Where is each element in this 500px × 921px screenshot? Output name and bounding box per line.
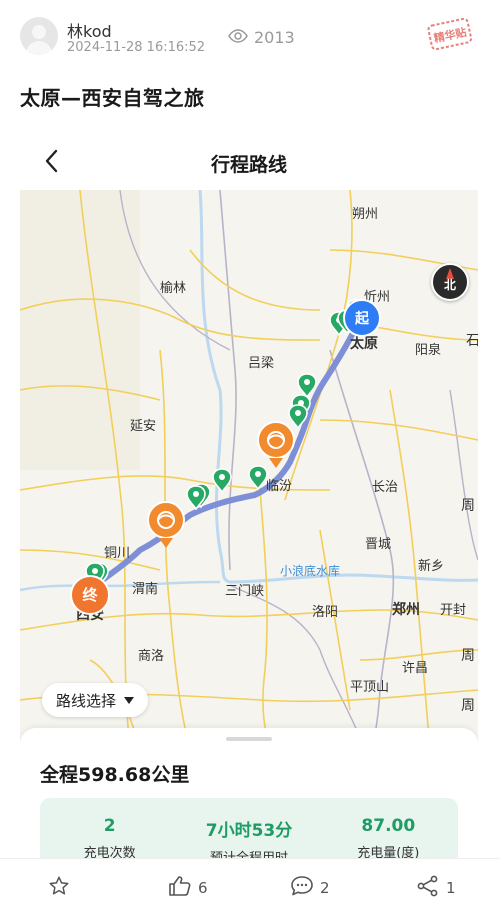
featured-badge-stamp: 精华贴 bbox=[424, 12, 476, 58]
city-label-xuchang: 许昌 bbox=[402, 661, 429, 676]
route-map[interactable]: 朔州 榆林 忻州 太原 阳泉 石 吕梁 延安 临汾 长治 铜川 晋城 小浪底水库… bbox=[20, 190, 478, 750]
city-label-pingdingshan: 平顶山 bbox=[350, 680, 390, 695]
city-label-zhengzhou: 郑州 bbox=[392, 602, 420, 618]
water-label-xiaolangdi: 小浪底水库 bbox=[280, 564, 341, 578]
star-icon bbox=[48, 875, 70, 901]
drag-handle[interactable] bbox=[226, 737, 272, 741]
avatar[interactable] bbox=[20, 17, 58, 55]
map-edge-label-shi: 石 bbox=[466, 333, 478, 349]
map-edge-label-zhou: 周 bbox=[461, 498, 475, 514]
map-edge-label-zhou-3: 周 bbox=[461, 698, 475, 714]
bottom-toolbar: 6 2 1 bbox=[0, 858, 500, 921]
city-label-xinzhou: 忻州 bbox=[364, 290, 391, 305]
start-marker-label: 起 bbox=[355, 311, 369, 327]
city-label-xian: 西安 bbox=[76, 607, 104, 623]
view-count: 2013 bbox=[228, 28, 295, 47]
city-label-yanan: 延安 bbox=[130, 419, 157, 434]
thumbs-up-icon bbox=[168, 875, 192, 901]
route-screenshot: 行程路线 朔州 榆林 忻州 太原 阳泉 石 吕梁 延安 临汾 长治 铜川 晋城 … bbox=[20, 130, 478, 858]
city-label-luoyang: 洛阳 bbox=[312, 605, 339, 620]
comment-button[interactable]: 2 bbox=[290, 875, 330, 901]
map-edge-label-zhou-2: 周 bbox=[461, 648, 475, 664]
stat-charge-amount: 87.00 充电量(度) bbox=[319, 798, 458, 858]
share-count: 1 bbox=[446, 879, 456, 897]
end-marker-label: 终 bbox=[82, 586, 98, 604]
compass-icon[interactable]: 北 bbox=[431, 263, 469, 301]
route-select-dropdown[interactable]: 路线选择 bbox=[42, 683, 149, 717]
stat-value: 87.00 bbox=[361, 816, 416, 836]
city-label-jincheng: 晋城 bbox=[365, 537, 392, 552]
caret-down-icon bbox=[124, 691, 135, 709]
city-label-taiyuan: 太原 bbox=[350, 336, 378, 352]
like-count: 6 bbox=[198, 879, 208, 897]
route-nav-bar: 行程路线 bbox=[20, 130, 478, 190]
stat-charge-count: 2 充电次数 bbox=[40, 798, 179, 858]
stat-label: 充电量(度) bbox=[357, 846, 420, 858]
svg-text:精华贴: 精华贴 bbox=[432, 25, 467, 46]
city-label-shangluo: 商洛 bbox=[138, 649, 165, 664]
city-label-yulin: 榆林 bbox=[160, 281, 187, 296]
author-name[interactable]: 林kod bbox=[67, 18, 112, 42]
city-label-xinxiang: 新乡 bbox=[418, 559, 445, 574]
city-label-sanmenxia: 三门峡 bbox=[225, 584, 265, 599]
comment-count: 2 bbox=[320, 879, 330, 897]
comment-icon bbox=[290, 875, 314, 901]
city-label-lvliang: 吕梁 bbox=[248, 356, 275, 371]
city-label-kaifeng: 开封 bbox=[440, 603, 467, 618]
stat-total-time: 7小时53分 预计全程用时 bbox=[179, 798, 318, 858]
favorite-button[interactable] bbox=[48, 875, 70, 901]
eye-icon bbox=[228, 28, 248, 47]
city-label-linfen: 临汾 bbox=[266, 479, 293, 494]
route-summary-panel: 全程598.68公里 2 充电次数 7小时53分 预计全程用时 87.00 充电… bbox=[20, 728, 478, 858]
route-stats: 2 充电次数 7小时53分 预计全程用时 87.00 充电量(度) bbox=[40, 798, 458, 858]
view-count-value: 2013 bbox=[254, 28, 295, 47]
city-label-shuozhou: 朔州 bbox=[352, 207, 379, 222]
stat-value: 7小时53分 bbox=[205, 821, 293, 841]
city-label-weinan: 渭南 bbox=[132, 582, 159, 597]
stat-value: 2 bbox=[103, 816, 116, 836]
route-select-label: 路线选择 bbox=[56, 691, 117, 710]
share-button[interactable]: 1 bbox=[416, 875, 456, 901]
post-timestamp: 2024-11-28 16:16:52 bbox=[67, 40, 206, 55]
like-button[interactable]: 6 bbox=[168, 875, 208, 901]
post-header: 林kod 2024-11-28 16:16:52 2013 精华贴 bbox=[0, 0, 500, 75]
stat-label: 预计全程用时 bbox=[179, 847, 318, 858]
city-label-yangquan: 阳泉 bbox=[415, 343, 442, 358]
stat-label: 充电次数 bbox=[83, 846, 136, 858]
compass-north-label: 北 bbox=[443, 278, 456, 292]
post-title: 太原—西安自驾之旅 bbox=[20, 86, 205, 110]
city-label-changzhi: 长治 bbox=[372, 480, 399, 495]
route-page-title: 行程路线 bbox=[210, 154, 287, 176]
city-label-tongchuan: 铜川 bbox=[104, 546, 131, 561]
total-distance: 全程598.68公里 bbox=[40, 764, 190, 786]
share-icon bbox=[416, 875, 440, 901]
